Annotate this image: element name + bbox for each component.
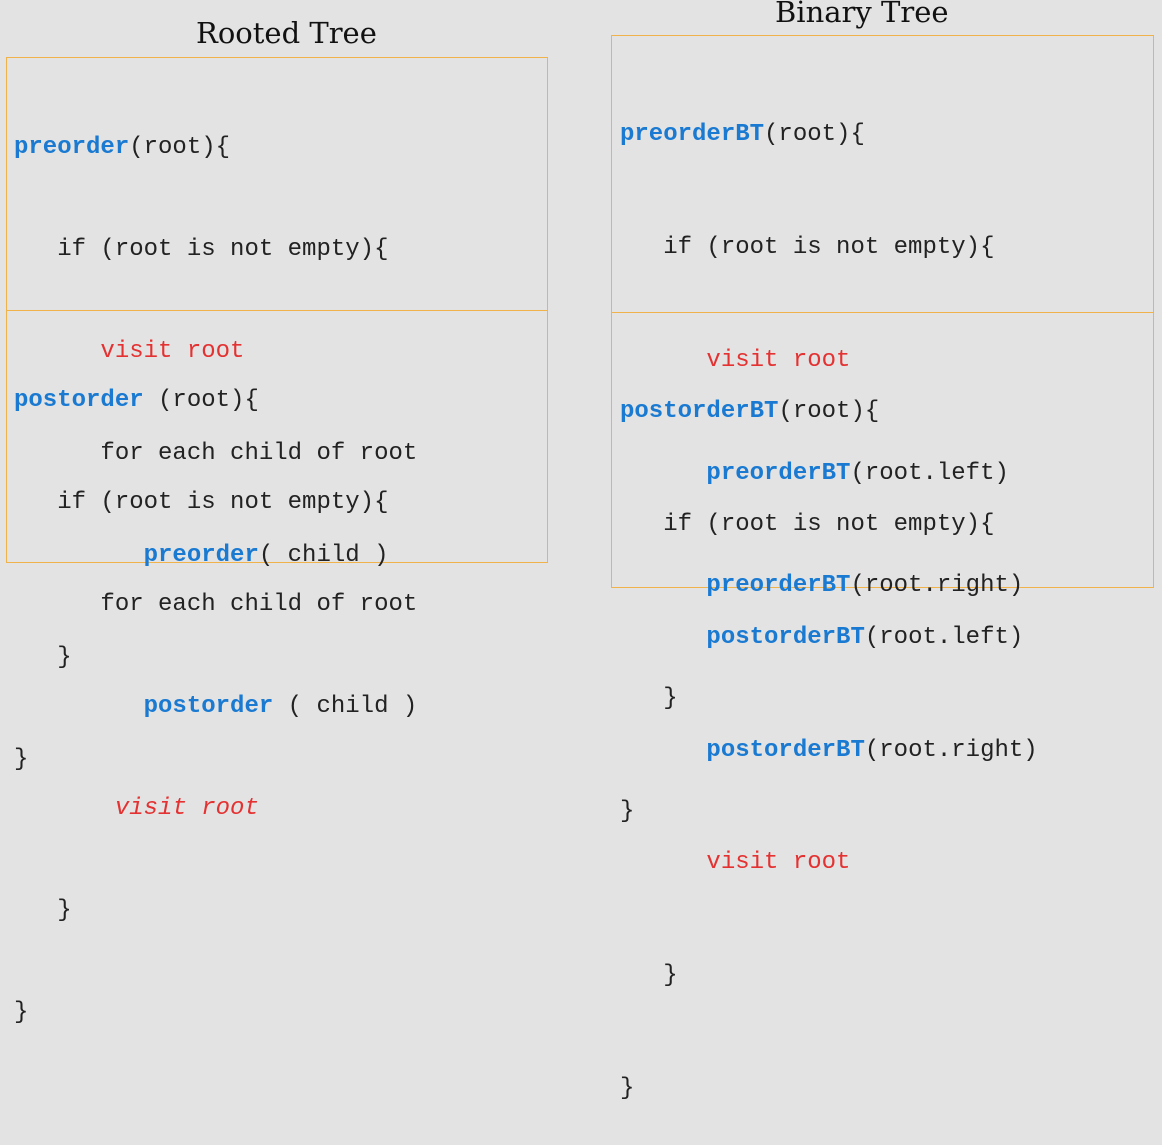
if-statement: if (root is not empty){ [57,489,389,516]
call-args-right: (root.right) [864,736,1038,764]
close-brace: } [14,999,29,1026]
code-line: postorder ( child ) [14,690,418,724]
recursive-call-name: postorder [143,693,274,720]
binary-postorder-code: postorderBT(root){ if (root is not empty… [620,318,1038,1145]
code-line: postorderBT(root){ [620,393,1038,431]
code-line: postorderBT(root.right) [620,732,1038,770]
code-line: } [14,996,417,1030]
code-line: if (root is not empty){ [14,233,417,267]
recursive-call-name: postorderBT [706,623,865,651]
signature-args: (root){ [143,387,259,414]
code-line: visit root [14,792,417,826]
signature-args: (root){ [764,121,865,149]
code-line: } [620,957,1038,995]
code-line: } [14,894,417,928]
function-name: postorder [14,387,144,414]
function-name: preorderBT [620,121,765,149]
code-line: visit root [620,844,1038,882]
visit-statement: visit root [706,849,851,877]
code-line: preorderBT(root){ [620,116,1023,154]
if-statement: if (root is not empty){ [663,510,995,538]
code-line: if (root is not empty){ [620,506,1038,544]
call-args-left: (root.left) [864,623,1024,651]
code-line: postorder (root){ [14,384,417,418]
code-line: for each child of root [14,588,417,622]
rooted-postorder-code: postorder (root){ if (root is not empty)… [14,316,417,1064]
code-line: postorderBT(root.left) [620,619,1038,657]
signature-args: (root){ [778,398,880,426]
close-brace: } [620,1074,635,1102]
if-statement: if (root is not empty){ [57,236,389,263]
call-args: ( child ) [273,693,418,720]
code-line: preorder(root){ [14,131,417,165]
code-line: } [620,1070,1038,1108]
code-line: if (root is not empty){ [14,486,417,520]
function-name: postorderBT [620,398,779,426]
recursive-call-name: postorderBT [706,736,865,764]
visit-statement: visit root [114,795,259,822]
signature-args: (root){ [129,134,231,161]
close-brace: } [663,962,678,990]
function-name: preorder [14,134,130,161]
close-brace: } [57,897,72,924]
binary-tree-title: Binary Tree [775,0,949,29]
if-statement: if (root is not empty){ [663,233,995,261]
rooted-tree-title: Rooted Tree [196,16,377,50]
for-statement: for each child of root [100,591,418,618]
code-line: if (root is not empty){ [620,229,1023,267]
